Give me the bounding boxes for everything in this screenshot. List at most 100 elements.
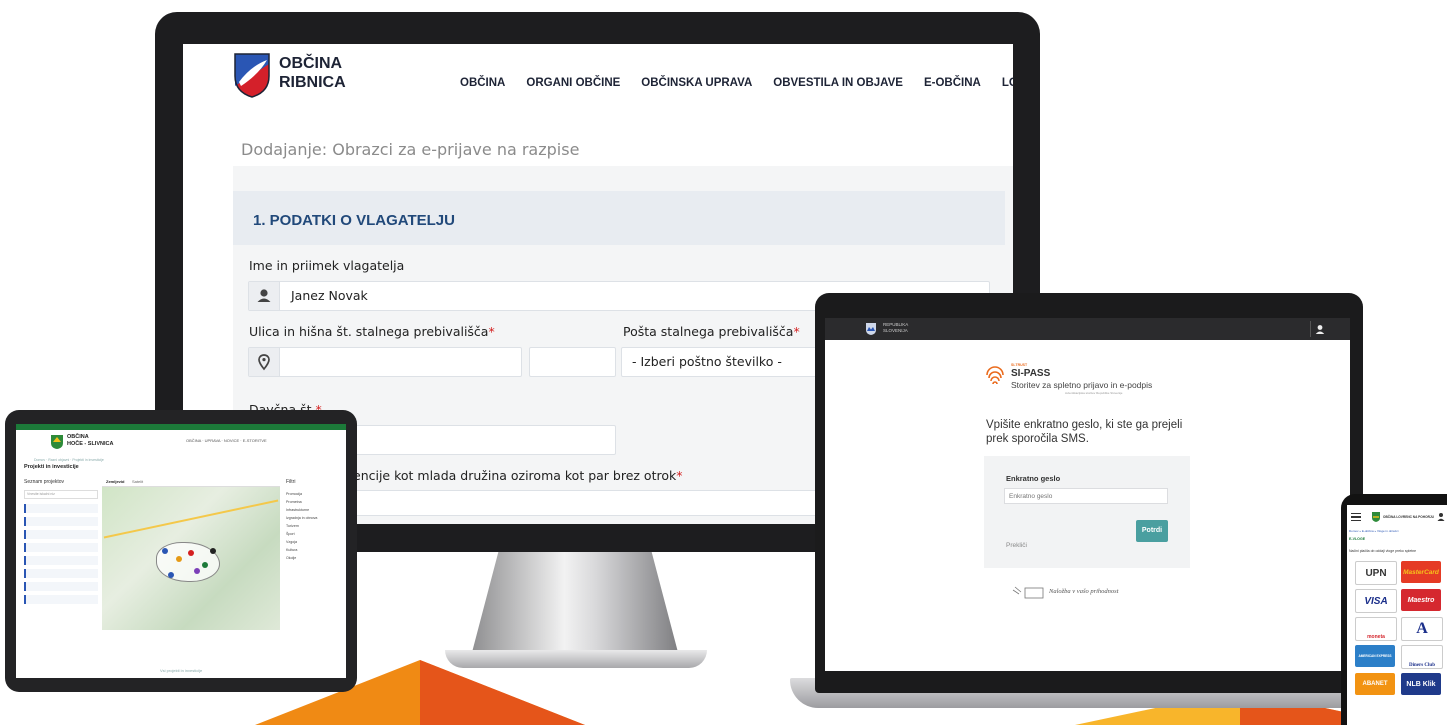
site-header: OBČINA RIBNICA OBČINA ORGANI OBČINE OBČINS… [183, 44, 1013, 124]
tablet-topbar [16, 424, 346, 430]
map-tab-zemljevid[interactable]: Zemljevid [106, 479, 124, 484]
name-value: Janez Novak [291, 288, 368, 303]
abanet-payment-button[interactable]: ABANET [1355, 673, 1395, 695]
main-nav: OBČINA ORGANI OBČINE OBČINSKA UPRAVA OBVEST… [460, 77, 1013, 89]
monitor-stand-neck [470, 548, 680, 660]
filter-item[interactable]: Turizem [286, 522, 317, 530]
moneta-payment-button[interactable]: moneta [1355, 617, 1397, 641]
tablet-project-list [24, 504, 98, 628]
brand-line-1: OBČINA [279, 55, 343, 72]
amex-payment-button[interactable]: AMERICAN EXPRESS [1355, 645, 1395, 667]
nav-item-obcina[interactable]: OBČINA [460, 77, 505, 89]
tablet-brand[interactable]: OBČINA HOČE - SLIVNICA [67, 434, 113, 448]
list-item[interactable] [24, 556, 98, 565]
section-title: 1. PODATKI O VLAGATELJU [253, 212, 455, 229]
tablet-list-heading: Seznam projektov [24, 479, 65, 485]
nav-item-obcinska-uprava[interactable]: OBČINSKA UPRAVA [641, 77, 752, 89]
maestro-payment-button[interactable]: Maestro [1401, 589, 1441, 611]
otp-label: Enkratno geslo [1006, 474, 1061, 483]
upn-payment-button[interactable]: UPN [1355, 561, 1397, 585]
street-label-text: Ulica in hišna št. stalnega prebivališča [249, 324, 489, 339]
phone-breadcrumb[interactable]: Domov » E-občina » Vloge in obrazci [1349, 529, 1398, 533]
list-item[interactable] [24, 517, 98, 526]
post-select-value: - Izberi poštno številko - [632, 354, 782, 369]
sipass-tag: SI-TRUST [1011, 363, 1028, 367]
required-mark: * [793, 324, 800, 339]
nav-item-obvestila[interactable]: OBVESTILA IN OBJAVE [773, 77, 903, 89]
laptop-screen: REPUBLIKA SLOVENIJA SI-TRUST SI-PASS Sto… [825, 318, 1350, 671]
otp-input[interactable] [1004, 488, 1168, 504]
family-select[interactable] [353, 490, 835, 516]
post-label: Pošta stalnega prebivališča* [623, 324, 800, 339]
hoce-crest-icon[interactable] [50, 434, 64, 450]
filter-item[interactable]: Vzgoja [286, 538, 317, 546]
user-icon[interactable] [1310, 321, 1327, 337]
visa-payment-button[interactable]: VISA [1355, 589, 1397, 613]
map-tab-satelit[interactable]: Satelit [132, 479, 143, 484]
ribnica-crest-icon[interactable] [233, 52, 271, 98]
filter-item[interactable]: Promocija [286, 490, 317, 498]
filter-item[interactable]: Infrastrukturne [286, 506, 317, 514]
filter-item[interactable]: Izgradnja in obnova [286, 514, 317, 522]
map-marker-icon[interactable] [194, 568, 200, 574]
decor-red-triangle-left [420, 660, 585, 725]
list-item[interactable] [24, 543, 98, 552]
eu-funds-icon [1012, 586, 1044, 599]
list-item[interactable] [24, 530, 98, 539]
sipass-subtitle: Storitev za spletno prijavo in e-podpis [1011, 380, 1153, 390]
sipass-fine: Avtentikacijska storitev Republike Slove… [1065, 391, 1123, 395]
monitor-stand-base [445, 650, 707, 668]
user-icon [249, 282, 280, 310]
phone-brand[interactable]: OBČINA LOVRENC NA POHORJU [1383, 515, 1434, 519]
post-label-text: Pošta stalnega prebivališča [623, 324, 794, 339]
tablet-brand-line-1: OBČINA [67, 434, 89, 440]
tablet-breadcrumb[interactable]: Domov · Razni objavni · Projekti in inve… [34, 458, 104, 462]
tablet-map[interactable]: Zemljevid Satelit [102, 478, 280, 630]
user-icon[interactable] [1437, 512, 1445, 522]
page-title: Dodajanje: Obrazci za e-prijave na razpi… [241, 140, 580, 159]
nlb-klik-payment-button[interactable]: NLB Klik [1401, 673, 1441, 695]
tablet-nav[interactable]: OBČINA · UPRAVA · NOVICE · E-STORITVE [186, 438, 267, 443]
required-mark: * [488, 324, 495, 339]
filter-item[interactable]: Okolje [286, 554, 317, 562]
list-item[interactable] [24, 595, 98, 604]
family-label-text: encije kot mlada družina oziroma kot par… [353, 468, 677, 483]
footer-slogan: Naložba v vašo prihodnost [1049, 588, 1119, 595]
nav-item-organi-obcine[interactable]: ORGANI OBČINE [526, 77, 620, 89]
gov-header: REPUBLIKA SLOVENIJA [825, 318, 1350, 340]
street-field[interactable] [248, 347, 522, 377]
hamburger-menu-icon[interactable] [1351, 513, 1361, 522]
house-number-field[interactable] [529, 347, 616, 377]
filter-item[interactable]: Šport [286, 530, 317, 538]
payment-heading: Načini plačila ob oddaji vloge preko spl… [1349, 549, 1417, 553]
list-item[interactable] [24, 582, 98, 591]
map-marker-icon[interactable] [176, 556, 182, 562]
filter-item[interactable]: Kultura [286, 546, 317, 554]
site-brand[interactable]: OBČINA RIBNICA [279, 54, 346, 92]
gov-line-2: SLOVENIJA [883, 328, 908, 333]
list-item[interactable] [24, 569, 98, 578]
cancel-link[interactable]: Prekliči [1006, 542, 1027, 549]
phone-screen: OBČINA LOVRENC NA POHORJU Domov » E-obči… [1347, 505, 1447, 725]
map-marker-icon[interactable] [162, 548, 168, 554]
list-item[interactable] [24, 504, 98, 513]
sipass-fingerprint-icon [986, 366, 1004, 385]
map-marker-icon[interactable] [210, 548, 216, 554]
tablet-search-input[interactable]: Vnesite iskalni niz [24, 490, 98, 499]
map-marker-icon[interactable] [168, 572, 174, 578]
mastercard-payment-button[interactable]: MasterCard [1401, 561, 1441, 583]
activa-payment-button[interactable]: A [1401, 617, 1443, 641]
family-label: encije kot mlada družina oziroma kot par… [353, 468, 682, 483]
tablet-filter-heading: Filtri [286, 479, 296, 485]
brand-line-2: RIBNICA [279, 74, 346, 91]
nav-item-e-obcina[interactable]: E-OBČINA [924, 77, 981, 89]
lovrenc-crest-icon[interactable] [1371, 511, 1381, 523]
confirm-button[interactable]: Potrdi [1136, 520, 1168, 542]
diners-payment-button[interactable]: Diners Club [1401, 645, 1443, 669]
map-marker-icon[interactable] [188, 550, 194, 556]
tablet-footer-link[interactable]: Vsi projekti in investicije [160, 668, 202, 673]
nav-item-loka[interactable]: LOKA [1002, 77, 1013, 89]
map-marker-icon[interactable] [202, 562, 208, 568]
name-label: Ime in priimek vlagatelja [249, 258, 405, 273]
filter-item[interactable]: Prometna [286, 498, 317, 506]
